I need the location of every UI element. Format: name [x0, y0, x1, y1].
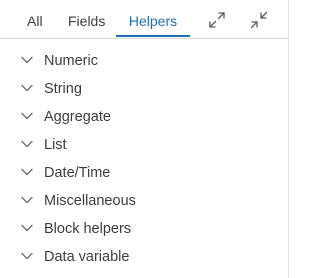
helpers-panel: All Fields Helpers Numeric String Aggreg…: [0, 0, 289, 278]
expand-all-button[interactable]: [207, 10, 227, 30]
category-miscellaneous[interactable]: Miscellaneous: [0, 187, 288, 215]
category-date-time[interactable]: Date/Time: [0, 159, 288, 187]
category-label: Block helpers: [44, 221, 132, 237]
chevron-down-icon: [20, 223, 34, 233]
category-string[interactable]: String: [0, 75, 288, 103]
category-block-helpers[interactable]: Block helpers: [0, 215, 288, 243]
category-aggregate[interactable]: Aggregate: [0, 103, 288, 131]
chevron-down-icon: [20, 111, 34, 121]
category-numeric[interactable]: Numeric: [0, 47, 288, 75]
tab-bar: All Fields Helpers: [0, 0, 288, 39]
category-label: Aggregate: [44, 109, 111, 125]
tab-helpers[interactable]: Helpers: [116, 0, 190, 37]
collapse-arrows-icon: [249, 10, 269, 30]
category-list[interactable]: List: [0, 131, 288, 159]
chevron-down-icon: [20, 167, 34, 177]
category-label: Date/Time: [44, 165, 111, 181]
category-label: Miscellaneous: [44, 193, 136, 209]
category-label: Data variable: [44, 249, 130, 265]
chevron-down-icon: [20, 55, 34, 65]
chevron-down-icon: [20, 251, 34, 261]
category-label: String: [44, 81, 82, 97]
chevron-down-icon: [20, 195, 34, 205]
tab-all[interactable]: All: [27, 0, 43, 38]
helper-category-list: Numeric String Aggregate List Date/Time: [0, 47, 288, 271]
expand-arrows-icon: [207, 10, 227, 30]
chevron-down-icon: [20, 83, 34, 93]
tab-fields[interactable]: Fields: [68, 0, 105, 38]
collapse-all-button[interactable]: [249, 10, 269, 30]
category-data-variable[interactable]: Data variable: [0, 243, 288, 271]
category-label: Numeric: [44, 53, 98, 69]
chevron-down-icon: [20, 139, 34, 149]
category-label: List: [44, 137, 67, 153]
